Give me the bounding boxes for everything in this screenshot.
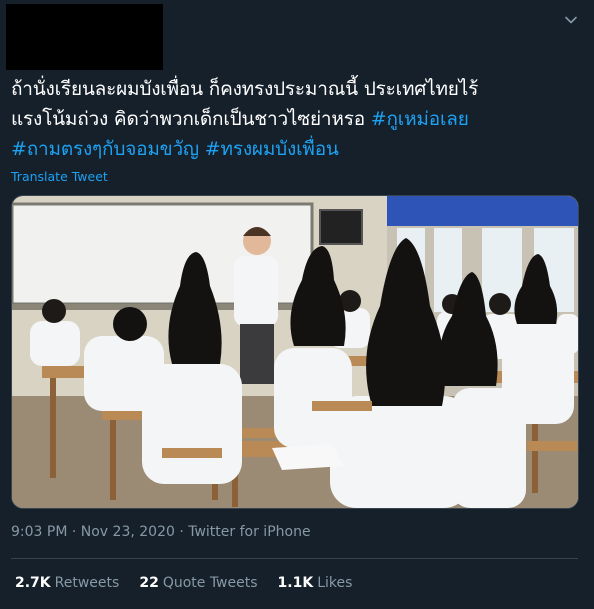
quotes-count: 22 [139,575,159,591]
classroom-photo [12,196,578,508]
tweet-text-segment: แรงโน้มถ่วง คิดว่าพวกเด็กเป็นชาวไซย่าหรอ [11,108,371,130]
chevron-down-icon[interactable] [563,12,579,28]
tweet-stats: 2.7K Retweets 22 Quote Tweets 1.1K Likes [15,575,372,591]
translate-tweet-link[interactable]: Translate Tweet [11,169,108,184]
hashtag-link[interactable]: #ทรงผมบังเพื่อน [205,138,339,160]
tweet-text-line: ถ้านั่งเรียนละผมบังเพื่อน ก็คงทรงประมาณน… [11,74,583,104]
retweets-count: 2.7K [15,575,51,591]
tweet-text-line: #ถามตรงๆกับจอมขวัญ #ทรงผมบังเพื่อน [11,134,583,164]
quotes-label: Quote Tweets [162,575,258,591]
likes-label: Likes [317,575,353,591]
retweets-label: Retweets [54,575,120,591]
divider [11,558,578,559]
tweet-text-line: แรงโน้มถ่วง คิดว่าพวกเด็กเป็นชาวไซย่าหรอ… [11,104,583,134]
likes-count: 1.1K [277,575,314,591]
tweet-timestamp[interactable]: 9:03 PM · Nov 23, 2020 · Twitter for iPh… [11,524,311,540]
likes-stat[interactable]: 1.1K Likes [278,575,353,591]
redacted-user-header [6,4,163,70]
hashtag-link[interactable]: #ถามตรงๆกับจอมขวัญ [11,138,199,160]
retweets-stat[interactable]: 2.7K Retweets [15,575,119,591]
tweet-text: ถ้านั่งเรียนละผมบังเพื่อน ก็คงทรงประมาณน… [11,74,583,164]
tweet-text-segment: ถ้านั่งเรียนละผมบังเพื่อน ก็คงทรงประมาณน… [11,78,479,100]
quote-tweets-stat[interactable]: 22 Quote Tweets [139,575,257,591]
hashtag-link[interactable]: #กูเหม่อเลย [371,108,469,130]
tweet-photo[interactable] [11,195,579,509]
